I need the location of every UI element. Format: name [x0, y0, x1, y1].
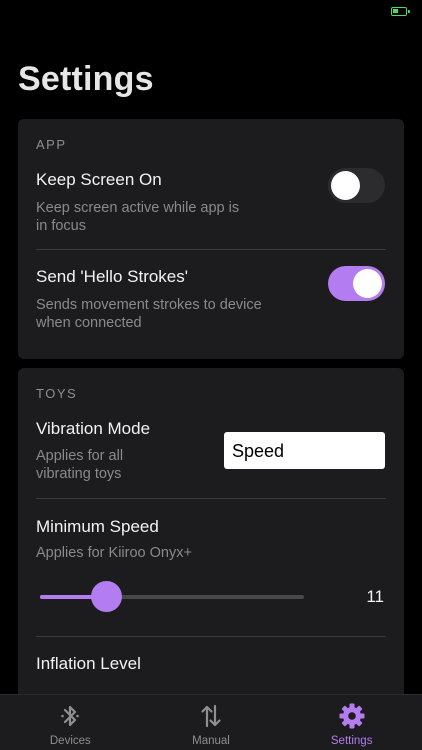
divider — [36, 249, 386, 250]
tab-manual[interactable]: Manual — [141, 695, 282, 750]
minimum-speed-description: Applies for Kiiroo Onyx+ — [36, 545, 192, 561]
app-settings-card: APP Keep Screen On Keep screen active wh… — [18, 119, 404, 359]
tab-settings[interactable]: Settings — [281, 695, 422, 750]
divider — [36, 498, 386, 499]
tab-label: Devices — [49, 735, 91, 747]
toggle-knob — [331, 171, 360, 200]
toggle-knob — [353, 269, 382, 298]
up-down-arrows-icon — [201, 704, 221, 728]
tab-label: Settings — [330, 735, 373, 747]
keep-screen-on-description: Keep screen active while app is in focus — [36, 200, 240, 234]
section-header-app: APP — [36, 137, 67, 152]
section-header-toys: TOYS — [36, 386, 78, 401]
divider — [36, 636, 386, 637]
vibration-mode-select[interactable]: Speed — [224, 432, 385, 469]
status-bar — [0, 0, 422, 24]
tab-bar: Devices Manual Settings — [0, 694, 422, 750]
vibration-mode-description: Applies for all vibrating toys — [36, 448, 124, 482]
hello-strokes-toggle[interactable] — [328, 266, 385, 301]
keep-screen-on-toggle[interactable] — [328, 168, 385, 203]
minimum-speed-slider[interactable] — [40, 581, 304, 612]
inflation-level-title: Inflation Level — [36, 654, 141, 673]
settings-screen: Settings APP Keep Screen On Keep screen … — [0, 0, 422, 750]
toys-settings-card: TOYS Vibration Mode Applies for all vibr… — [18, 368, 404, 698]
vibration-mode-title: Vibration Mode — [36, 419, 151, 438]
minimum-speed-value: 11 — [366, 587, 384, 606]
battery-icon — [391, 7, 410, 16]
hello-strokes-description: Sends movement strokes to device when co… — [36, 297, 262, 331]
tab-label: Manual — [192, 735, 230, 747]
tab-devices[interactable]: Devices — [0, 695, 141, 750]
keep-screen-on-title: Keep Screen On — [36, 170, 162, 189]
hello-strokes-title: Send 'Hello Strokes' — [36, 267, 189, 286]
minimum-speed-title: Minimum Speed — [36, 517, 159, 536]
slider-thumb[interactable] — [91, 581, 122, 612]
bluetooth-icon — [61, 705, 80, 727]
gear-icon — [339, 703, 365, 729]
page-title: Settings — [18, 60, 154, 98]
